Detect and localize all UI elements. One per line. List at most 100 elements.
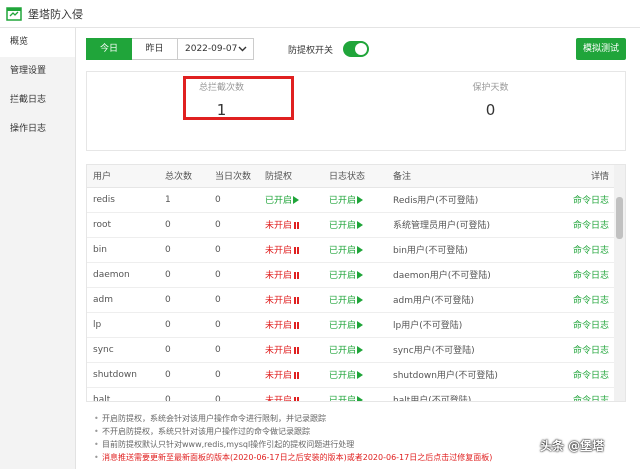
command-log-link[interactable]: 命令日志 [547,387,615,401]
chevron-down-icon [238,46,247,52]
cell-user-text: sync [93,344,114,355]
cell-total: 1 [159,187,209,213]
command-log-link[interactable]: 命令日志 [547,312,615,338]
table-row: root 0 0 未开启 已开启 系统管理员用户(可登陆) 命令日志 [87,212,615,238]
table-header: 用户 总次数 当日次数 防提权 日志状态 备注 详情 [87,165,615,188]
sidebar: 概览 管理设置 拦截日志 操作日志 [0,28,76,469]
simulate-test-button[interactable]: 模拟测试 [576,38,626,60]
table-scrollbar[interactable] [614,165,625,401]
today-button[interactable]: 今日 [86,38,132,60]
cell-today: 0 [209,212,259,238]
cell-note-text: Redis用户(不可登陆) [393,196,479,206]
command-log-link[interactable]: 命令日志 [547,337,615,363]
cell-protect-status[interactable]: 未开启 [259,312,323,338]
pause-icon [294,272,300,279]
play-icon [357,296,364,304]
cell-user: shutdown [87,362,159,388]
sidebar-item-overview[interactable]: 概览 [0,28,75,57]
cell-total: 0 [159,262,209,288]
command-log-link[interactable]: 命令日志 [547,187,615,213]
cell-log-status[interactable]: 已开启 [323,312,387,338]
date-select[interactable]: 2022-09-07 [178,38,254,60]
cell-user-text: lp [93,319,102,330]
cell-log-status[interactable]: 已开启 [323,212,387,238]
play-icon [357,321,364,329]
cell-log-status[interactable]: 已开启 [323,262,387,288]
cell-log-status-text: 已开启 [329,221,357,231]
cell-protect-status[interactable]: 已开启 [259,187,323,213]
cell-log-status-text: 已开启 [329,371,357,381]
cell-log-status-text: 已开启 [329,321,357,331]
command-log-link[interactable]: 命令日志 [547,287,615,313]
cell-log-status[interactable]: 已开启 [323,287,387,313]
command-log-link[interactable]: 命令日志 [547,212,615,238]
cell-today: 0 [209,287,259,313]
cell-protect-status[interactable]: 未开启 [259,212,323,238]
command-log-link-text: 命令日志 [572,271,609,281]
cell-protect-status[interactable]: 未开启 [259,287,323,313]
yesterday-button[interactable]: 昨日 [132,38,178,60]
cell-log-status[interactable]: 已开启 [323,187,387,213]
command-log-link-text: 命令日志 [572,221,609,231]
cell-note: halt用户(不可登陆) [387,387,547,401]
app-icon [6,6,22,21]
play-icon [357,221,364,229]
cell-note: sync用户(不可登陆) [387,337,547,363]
col-total: 总次数 [159,165,209,188]
command-log-link[interactable]: 命令日志 [547,237,615,263]
cell-protect-status[interactable]: 未开启 [259,337,323,363]
sidebar-item-operation-log[interactable]: 操作日志 [0,115,75,144]
cell-protect-status[interactable]: 未开启 [259,362,323,388]
cell-log-status[interactable]: 已开启 [323,362,387,388]
table-row: daemon 0 0 未开启 已开启 daemon用户(不可登陆) 命令日志 [87,262,615,288]
cell-user-text: adm [93,294,113,305]
cell-protect-status-text: 已开启 [265,196,293,206]
cell-total: 0 [159,312,209,338]
col-note: 备注 [387,165,547,188]
cell-today-text: 0 [215,369,221,380]
cell-today-text: 0 [215,244,221,255]
cell-note-text: adm用户(不可登陆) [393,296,475,306]
cell-protect-status-text: 未开启 [265,271,293,281]
cell-user-text: redis [93,194,115,205]
cell-protect-status-text: 未开启 [265,296,293,306]
sidebar-item-intercept-log[interactable]: 拦截日志 [0,86,75,115]
cell-user: sync [87,337,159,363]
cell-total: 0 [159,287,209,313]
cell-total-text: 0 [165,219,171,230]
switch-label: 防提权开关 [288,45,334,56]
cell-today: 0 [209,337,259,363]
cell-log-status[interactable]: 已开启 [323,337,387,363]
cell-note: shutdown用户(不可登陆) [387,362,547,388]
privilege-switch[interactable] [343,41,370,57]
cell-total: 0 [159,212,209,238]
window-title: 堡塔防入侵 [28,7,83,21]
stat-intercept: 总拦截次数 1 [87,72,356,150]
cell-note-text: 系统管理员用户(可登陆) [393,221,491,231]
cell-protect-status[interactable]: 未开启 [259,387,323,402]
cell-protect-status-text: 未开启 [265,221,293,231]
col-log: 日志状态 [323,165,387,188]
sidebar-item-settings[interactable]: 管理设置 [0,57,75,86]
highlight-box [183,76,294,120]
col-detail: 详情 [547,165,615,188]
cell-protect-status-text: 未开启 [265,396,293,402]
scroll-thumb[interactable] [616,197,623,239]
cell-user-text: bin [93,244,107,255]
cell-log-status[interactable]: 已开启 [323,237,387,263]
col-protect: 防提权 [259,165,323,188]
command-log-link[interactable]: 命令日志 [547,362,615,388]
watermark: 头条 @堡塔 [540,439,605,453]
cell-protect-status-text: 未开启 [265,321,293,331]
cell-note: bin用户(不可登陆) [387,237,547,263]
command-log-link-text: 命令日志 [572,321,609,331]
cell-protect-status[interactable]: 未开启 [259,237,323,263]
cell-protect-status[interactable]: 未开启 [259,262,323,288]
cell-total-text: 1 [165,194,171,205]
cell-log-status[interactable]: 已开启 [323,387,387,401]
pause-icon [294,397,300,401]
col-user: 用户 [87,165,159,188]
stat-protect-label: 保护天数 [472,83,509,93]
pause-icon [294,297,300,304]
command-log-link[interactable]: 命令日志 [547,262,615,288]
